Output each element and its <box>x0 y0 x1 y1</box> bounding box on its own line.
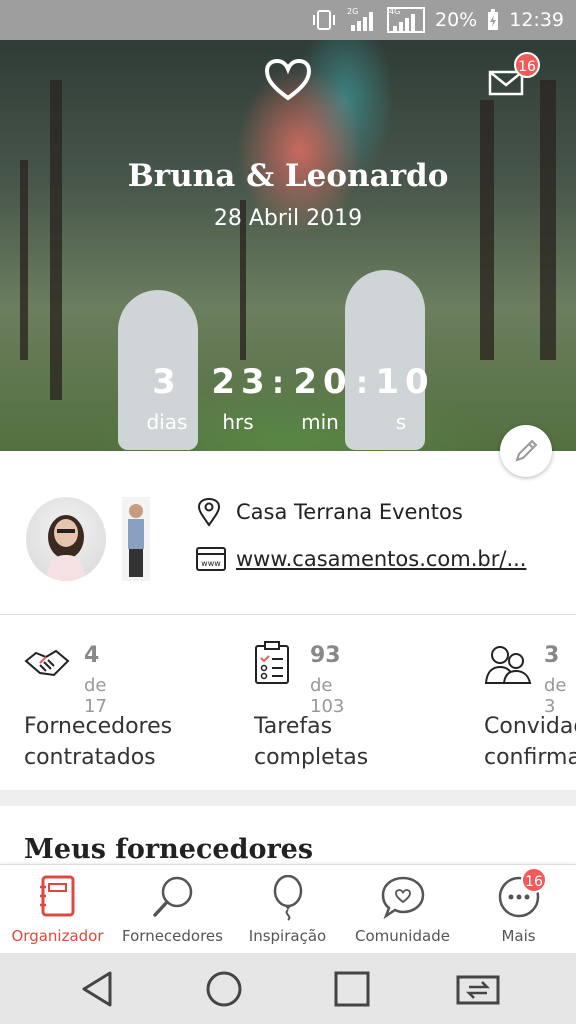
balloon-icon <box>273 875 302 921</box>
venue-row[interactable]: Casa Terrana Eventos <box>196 497 463 527</box>
countdown-minutes: 20 <box>293 362 353 402</box>
battery-percent: 20% <box>435 9 478 31</box>
stat-count: 3 <box>544 643 560 668</box>
stat-count: 93 <box>310 643 341 668</box>
stats-carousel[interactable]: 4 de 17 Fornecedores contratados 93 de 10… <box>0 615 576 790</box>
stat-label: Convidadosconfirmados <box>484 714 576 770</box>
messages-button[interactable]: 16 <box>488 52 540 98</box>
section-divider <box>0 790 576 806</box>
more-badge: 16 <box>521 867 547 893</box>
tab-label: Organizador <box>11 927 104 945</box>
guests-icon <box>484 646 532 684</box>
handshake-icon <box>24 649 70 677</box>
system-nav-bar <box>0 953 576 1024</box>
back-button[interactable] <box>76 967 120 1011</box>
couple-names: Bruna & Leonardo <box>127 158 449 194</box>
home-circle-icon <box>206 971 242 1007</box>
svg-text:www: www <box>201 559 221 568</box>
clipboard-icon <box>255 641 289 684</box>
messages-badge: 16 <box>514 52 540 78</box>
wedding-info: Casa Terrana Eventos www www.casamentos.… <box>0 451 576 615</box>
venue-name: Casa Terrana Eventos <box>236 500 463 524</box>
website-row[interactable]: www www.casamentos.com.br/... <box>196 547 526 571</box>
stat-label: Tarefas completas <box>254 714 369 770</box>
notebook-icon <box>39 875 74 917</box>
dual-window-icon <box>456 975 500 1005</box>
wedding-date: 28 Abril 2019 <box>213 206 363 231</box>
tab-label: Comunidade <box>355 927 450 945</box>
section-title: Meus fornecedores <box>24 834 314 865</box>
recents-square-icon <box>334 971 370 1007</box>
battery-charging-icon <box>487 9 499 31</box>
hero-banner: 16 Bruna & Leonardo 28 Abril 2019 3 dias… <box>0 40 576 451</box>
vibrate-icon <box>311 9 337 31</box>
recents-button[interactable] <box>330 967 374 1011</box>
tab-label: Inspiração <box>248 927 327 945</box>
tab-mais[interactable]: 16 Mais <box>461 865 576 954</box>
stat-label: Fornecedores contratados <box>24 714 173 770</box>
countdown-seconds: 10 <box>375 362 435 402</box>
tab-label: Fornecedores <box>122 927 223 945</box>
countdown-hours-label: hrs <box>222 410 254 434</box>
chat-heart-icon <box>381 876 424 919</box>
magnifier-icon <box>152 876 192 917</box>
switch-apps-button[interactable] <box>455 967 500 1011</box>
avatar-groom[interactable] <box>122 497 150 581</box>
tab-comunidade[interactable]: Comunidade <box>345 865 460 954</box>
tab-organizador[interactable]: Organizador <box>0 865 115 954</box>
www-icon: www <box>196 547 226 571</box>
signal-icon: 2G <box>347 7 377 31</box>
avatar-bride[interactable] <box>26 497 106 581</box>
tab-label: Mais <box>501 927 536 945</box>
tab-inspiracao[interactable]: Inspiração <box>230 865 345 954</box>
stat-count: 4 <box>84 643 100 668</box>
location-pin-icon <box>197 497 221 527</box>
countdown-minutes-label: min <box>301 410 339 434</box>
countdown-seconds-label: s <box>395 410 407 434</box>
back-triangle-icon <box>82 971 112 1007</box>
tab-fornecedores[interactable]: Fornecedores <box>115 865 230 954</box>
bottom-tab-bar: Organizador Fornecedores Inspiração Comu… <box>0 864 576 954</box>
heart-logo-icon <box>264 58 312 101</box>
status-bar: 2G 4G 20% 12:39 <box>0 0 576 40</box>
signal-4g-icon: 4G <box>387 7 425 33</box>
website-link[interactable]: www.casamentos.com.br/... <box>236 547 526 571</box>
clock: 12:39 <box>509 9 564 31</box>
home-button[interactable] <box>202 967 246 1011</box>
